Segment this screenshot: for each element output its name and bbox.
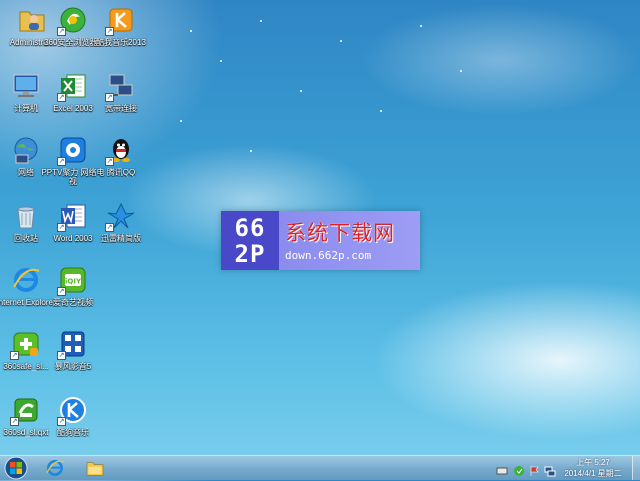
excel-icon: ↗: [57, 70, 89, 102]
shortcut-arrow-icon: ↗: [57, 27, 66, 36]
desktop-icon-broadband[interactable]: ↗ 宽带连接: [89, 70, 153, 130]
star: [340, 40, 342, 42]
network-icon: [10, 134, 42, 166]
desktop-icon-label: 酷狗音乐: [57, 428, 89, 437]
star: [380, 110, 382, 112]
start-button[interactable]: [2, 456, 30, 480]
desktop-icon-baofeng[interactable]: ↗ 暴风影音5: [41, 328, 105, 388]
broadband-icon: ↗: [105, 70, 137, 102]
word-icon: ↗: [57, 200, 89, 232]
shortcut-arrow-icon: ↗: [105, 27, 114, 36]
svg-text:iQIY: iQIY: [65, 278, 82, 286]
site-logo: 66 2P: [221, 211, 279, 270]
star: [420, 25, 422, 27]
desktop-icon-label: 酷我音乐2013: [96, 38, 146, 47]
360-browser-icon: ↗: [57, 4, 89, 36]
desktop-icon-label: 宽带连接: [105, 104, 137, 113]
star: [220, 60, 222, 62]
desktop-icon-kuwo[interactable]: ↗ 酷我音乐2013: [89, 4, 153, 64]
baofeng-icon: ↗: [57, 328, 89, 360]
recycle-bin-icon: [10, 200, 42, 232]
clock-date: 2014/4/1 星期二: [564, 469, 622, 478]
qq-icon: ↗: [105, 134, 137, 166]
desktop-icon-kugou[interactable]: ↗ 酷狗音乐: [41, 394, 105, 454]
logo-text-bottom: 2P: [234, 239, 266, 268]
iqiyi-icon: iQIY ↗: [57, 264, 89, 296]
shortcut-arrow-icon: ↗: [57, 351, 66, 360]
taskbar-explorer-button[interactable]: [76, 457, 114, 479]
desktop-icon-label: 迅雷精简版: [101, 234, 141, 243]
kugou-icon: ↗: [57, 394, 89, 426]
desktop-icon-iqiyi[interactable]: iQIY ↗ 爱奇艺视频: [41, 264, 105, 324]
shortcut-arrow-icon: ↗: [10, 417, 19, 426]
site-watermark-banner: 66 2P 系统下载网 down.662p.com: [221, 211, 420, 270]
flag-icon[interactable]: [529, 462, 541, 476]
shortcut-arrow-icon: ↗: [57, 223, 66, 232]
desktop-icon-label: 腾讯QQ: [106, 168, 136, 177]
star: [260, 20, 262, 22]
shortcut-arrow-icon: ↗: [57, 93, 66, 102]
shortcut-arrow-icon: ↗: [105, 93, 114, 102]
taskbar-ie-button[interactable]: [36, 457, 74, 479]
shortcut-arrow-icon: ↗: [57, 157, 66, 166]
star: [250, 150, 252, 152]
watermark-title: 系统下载网: [285, 221, 395, 245]
watermark-url: down.662p.com: [285, 249, 372, 262]
clock-time: 上午 5:27: [576, 458, 610, 467]
xunlei-icon: ↗: [105, 200, 137, 232]
shortcut-arrow-icon: ↗: [57, 417, 66, 426]
360safe-icon: ↗: [10, 328, 42, 360]
security-shield-icon[interactable]: [513, 462, 525, 476]
star: [190, 30, 192, 32]
star: [180, 120, 182, 122]
shortcut-arrow-icon: ↗: [105, 223, 114, 232]
ie-icon: [46, 460, 64, 476]
desktop-icon-label: 爱奇艺视频: [53, 298, 93, 307]
360sd-icon: ↗: [10, 394, 42, 426]
logo-text-top: 66: [234, 213, 266, 242]
windows-start-icon: [4, 456, 28, 480]
computer-icon: [10, 70, 42, 102]
desktop-icon-xunlei[interactable]: ↗ 迅雷精简版: [89, 200, 153, 260]
explorer-folder-icon: [86, 462, 104, 476]
ie-icon: [10, 264, 42, 296]
show-desktop-button[interactable]: [632, 456, 640, 480]
network-tray-icon[interactable]: [544, 462, 556, 477]
taskbar: 上午 5:27 2014/4/1 星期二: [0, 455, 640, 480]
star: [460, 70, 462, 72]
pptv-icon: ↗: [57, 134, 89, 166]
desktop-icon-qq[interactable]: ↗ 腾讯QQ: [89, 134, 153, 194]
shortcut-arrow-icon: ↗: [57, 287, 66, 296]
keyboard-icon[interactable]: [496, 462, 508, 475]
star: [300, 90, 302, 92]
shortcut-arrow-icon: ↗: [105, 157, 114, 166]
desktop-icon-label: 暴风影音5: [54, 362, 92, 371]
kuwo-music-icon: ↗: [105, 4, 137, 36]
system-clock[interactable]: 上午 5:27 2014/4/1 星期二: [556, 457, 630, 479]
shortcut-arrow-icon: ↗: [10, 351, 19, 360]
